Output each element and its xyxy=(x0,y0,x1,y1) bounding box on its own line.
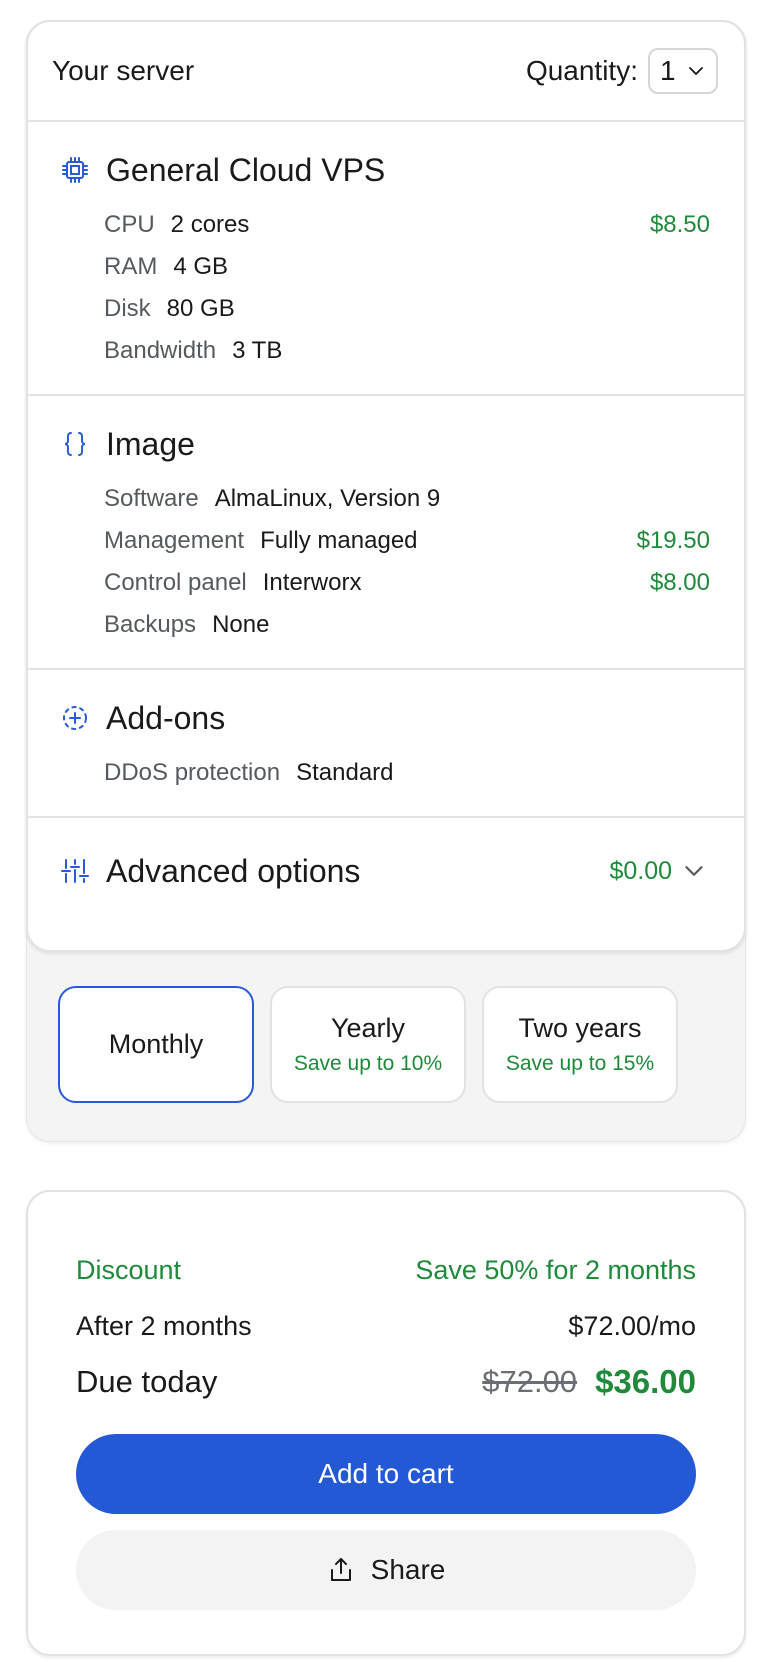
original-price: $72.00 xyxy=(482,1364,578,1399)
vps-section: General Cloud VPS CPU 2 cores $8.50 RAM 4 … xyxy=(28,122,744,396)
cpu-icon xyxy=(60,155,90,185)
chevron-down-icon xyxy=(688,67,703,75)
billing-option-label: Yearly xyxy=(330,1013,406,1043)
discounted-price: $36.00 xyxy=(595,1363,696,1400)
spec-key: CPU xyxy=(104,211,155,238)
discount-label: Discount xyxy=(76,1254,182,1285)
billing-option-monthly[interactable]: Monthly xyxy=(58,986,254,1103)
addons-list: DDoS protection Standard xyxy=(60,752,710,794)
server-header: Your server Quantity: 1 xyxy=(28,22,744,122)
spec-value: Fully managed xyxy=(260,527,418,554)
after-period-label: After 2 months xyxy=(76,1310,252,1341)
vps-section-header: General Cloud VPS xyxy=(60,148,710,192)
spec-value: None xyxy=(212,611,270,638)
after-period-row: After 2 months $72.00/mo xyxy=(76,1298,696,1354)
billing-option-savings: Save up to 10% xyxy=(293,1052,443,1075)
spec-key: Control panel xyxy=(104,569,247,596)
spec-value: 3 TB xyxy=(232,337,283,364)
discount-row: Discount Save 50% for 2 months xyxy=(76,1242,696,1298)
share-button[interactable]: Share xyxy=(76,1530,696,1610)
spec-row-backups: Backups None xyxy=(104,604,710,646)
spec-key: Management xyxy=(104,527,245,554)
discount-value: Save 50% for 2 months xyxy=(415,1254,696,1285)
vps-section-title: General Cloud VPS xyxy=(106,151,386,188)
quantity-label: Quantity: xyxy=(525,55,638,86)
spec-price: $8.50 xyxy=(649,211,710,238)
billing-option-savings: Save up to 15% xyxy=(505,1052,655,1075)
spec-row-control-panel: Control panel Interworx $8.00 xyxy=(104,562,710,604)
chevron-down-icon xyxy=(685,866,703,876)
advanced-options-title: Advanced options xyxy=(106,852,361,889)
spec-key: DDoS protection xyxy=(104,759,281,786)
spec-row-software: Software AlmaLinux, Version 9 xyxy=(104,478,710,520)
spec-price: $8.00 xyxy=(649,569,710,596)
spec-value: 2 cores xyxy=(170,211,250,238)
advanced-options-price-area: $0.00 xyxy=(609,857,704,886)
spec-value: 80 GB xyxy=(166,295,235,322)
share-icon xyxy=(330,1558,351,1581)
spec-key: RAM xyxy=(104,253,158,280)
braces-icon xyxy=(60,429,90,459)
billing-period-selector: Monthly Yearly Save up to 10% Two years … xyxy=(58,986,678,1103)
server-title: Your server xyxy=(52,55,195,86)
spec-value: Interworx xyxy=(262,569,362,596)
spec-key: Backups xyxy=(104,611,197,638)
billing-option-label: Two years xyxy=(518,1013,642,1043)
spec-row-ddos: DDoS protection Standard xyxy=(104,752,710,794)
image-section: Image Software AlmaLinux, Version 9 Manag… xyxy=(28,396,744,670)
spec-key: Bandwidth xyxy=(104,337,217,364)
sliders-icon xyxy=(60,856,90,886)
page: Your server Quantity: 1 General Cloud VP… xyxy=(0,0,766,1662)
due-today-label: Due today xyxy=(76,1364,218,1399)
spec-row-ram: RAM 4 GB xyxy=(104,246,710,288)
share-label: Share xyxy=(370,1554,446,1585)
billing-option-yearly[interactable]: Yearly Save up to 10% xyxy=(270,986,466,1103)
plus-circle-icon xyxy=(60,703,90,733)
billing-option-label: Monthly xyxy=(108,1029,204,1059)
quantity-control: Quantity: 1 xyxy=(526,48,718,94)
vps-spec-list: CPU 2 cores $8.50 RAM 4 GB Disk 80 GB Bandw… xyxy=(60,204,710,372)
spec-key: Disk xyxy=(104,295,151,322)
addons-section: Add-ons DDoS protection Standard xyxy=(28,670,744,818)
advanced-options-header: Advanced options xyxy=(60,853,360,890)
spec-value: AlmaLinux, Version 9 xyxy=(214,485,441,512)
spec-row-disk: Disk 80 GB xyxy=(104,288,710,330)
spec-value: Standard xyxy=(296,759,394,786)
spec-price: $19.50 xyxy=(636,527,710,554)
quantity-select[interactable]: 1 xyxy=(648,48,718,94)
after-period-value: $72.00/mo xyxy=(568,1310,696,1341)
config-card: Your server Quantity: 1 General Cloud VP… xyxy=(26,20,746,952)
spec-row-cpu: CPU 2 cores $8.50 xyxy=(104,204,710,246)
image-spec-list: Software AlmaLinux, Version 9 Management F… xyxy=(60,478,710,646)
due-today-row: Due today $72.00 $36.00 xyxy=(76,1354,696,1410)
advanced-options-price: $0.00 xyxy=(609,856,672,885)
advanced-options-toggle[interactable]: Advanced options $0.00 xyxy=(28,818,744,924)
image-section-title: Image xyxy=(106,425,195,462)
quantity-value: 1 xyxy=(660,55,676,86)
billing-option-two-years[interactable]: Two years Save up to 15% xyxy=(482,986,678,1103)
addons-section-title: Add-ons xyxy=(106,699,226,736)
add-to-cart-button[interactable]: Add to cart xyxy=(76,1434,696,1514)
due-today-prices: $72.00 $36.00 xyxy=(482,1363,696,1401)
addons-section-header: Add-ons xyxy=(60,696,710,740)
spec-value: 4 GB xyxy=(173,253,229,280)
order-summary-card: Discount Save 50% for 2 months After 2 m… xyxy=(26,1190,746,1656)
spec-key: Software xyxy=(104,485,199,512)
image-section-header: Image xyxy=(60,422,710,466)
spec-row-bandwidth: Bandwidth 3 TB xyxy=(104,330,710,372)
spec-row-management: Management Fully managed $19.50 xyxy=(104,520,710,562)
